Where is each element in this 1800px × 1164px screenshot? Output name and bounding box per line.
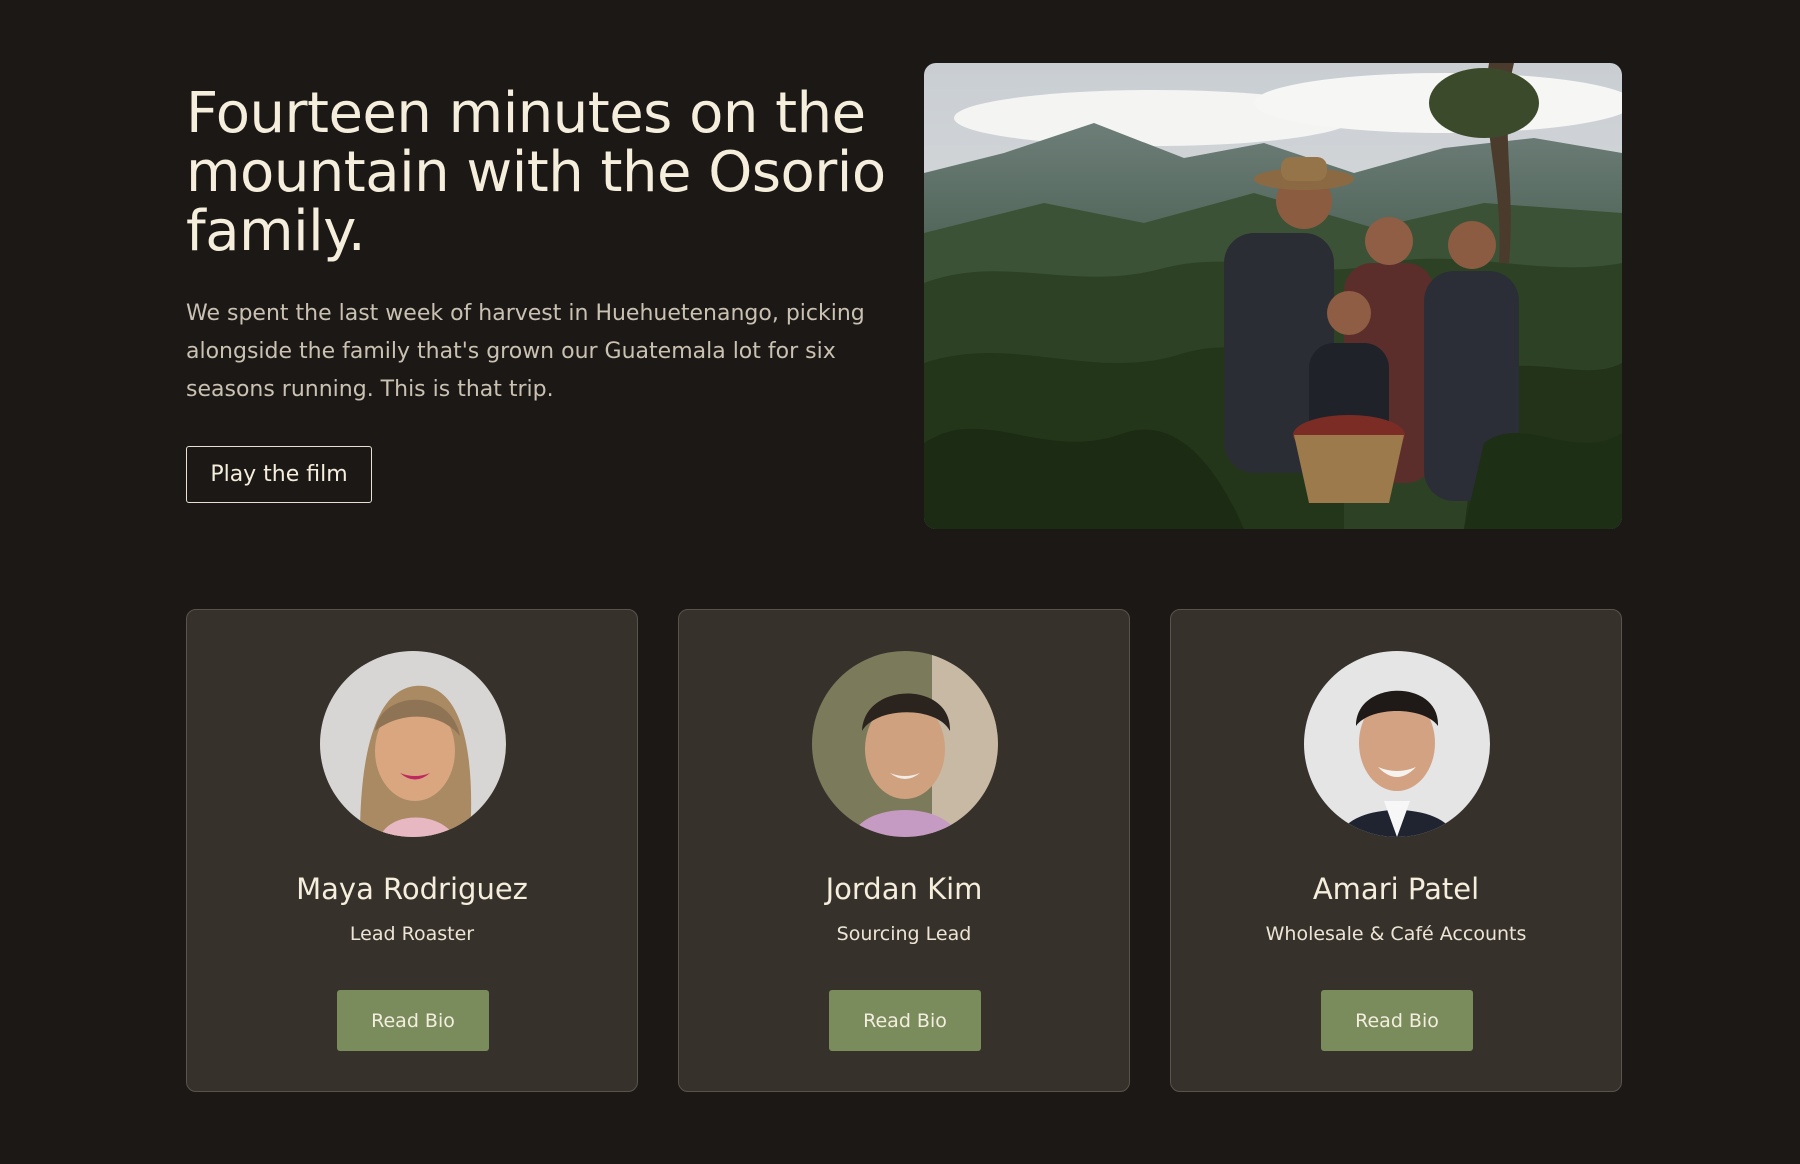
team-card: Amari Patel Wholesale & Café Accounts Re… — [1170, 609, 1622, 1092]
member-name: Maya Rodriguez — [296, 872, 528, 906]
hero-description: We spent the last week of harvest in Hue… — [186, 301, 865, 402]
avatar — [1304, 651, 1490, 837]
hero-text: Fourteen minutes on the mountain with th… — [186, 84, 886, 409]
team-card: Maya Rodriguez Lead Roaster Read Bio — [186, 609, 638, 1092]
avatar — [812, 651, 998, 837]
read-bio-button[interactable]: Read Bio — [829, 990, 981, 1051]
read-bio-button[interactable]: Read Bio — [337, 990, 489, 1051]
avatar-image — [320, 651, 506, 837]
member-role: Wholesale & Café Accounts — [1265, 923, 1527, 945]
member-role: Sourcing Lead — [836, 923, 972, 945]
member-role: Lead Roaster — [349, 923, 475, 945]
avatar-image — [812, 651, 998, 837]
avatar — [320, 651, 506, 837]
avatar-image — [1304, 651, 1490, 837]
page: Fourteen minutes on the mountain with th… — [0, 0, 1800, 1164]
member-name: Jordan Kim — [825, 872, 983, 906]
family-photo — [924, 63, 1622, 529]
member-name: Amari Patel — [1312, 872, 1480, 906]
team-section: Maya Rodriguez Lead Roaster Read Bio Jor… — [186, 609, 1622, 1092]
hero-title: Fourteen minutes on the mountain with th… — [186, 81, 886, 264]
read-bio-button[interactable]: Read Bio — [1321, 990, 1473, 1051]
hero-image — [924, 63, 1622, 529]
play-film-button[interactable]: Play the film — [186, 446, 372, 503]
team-card: Jordan Kim Sourcing Lead Read Bio — [678, 609, 1130, 1092]
